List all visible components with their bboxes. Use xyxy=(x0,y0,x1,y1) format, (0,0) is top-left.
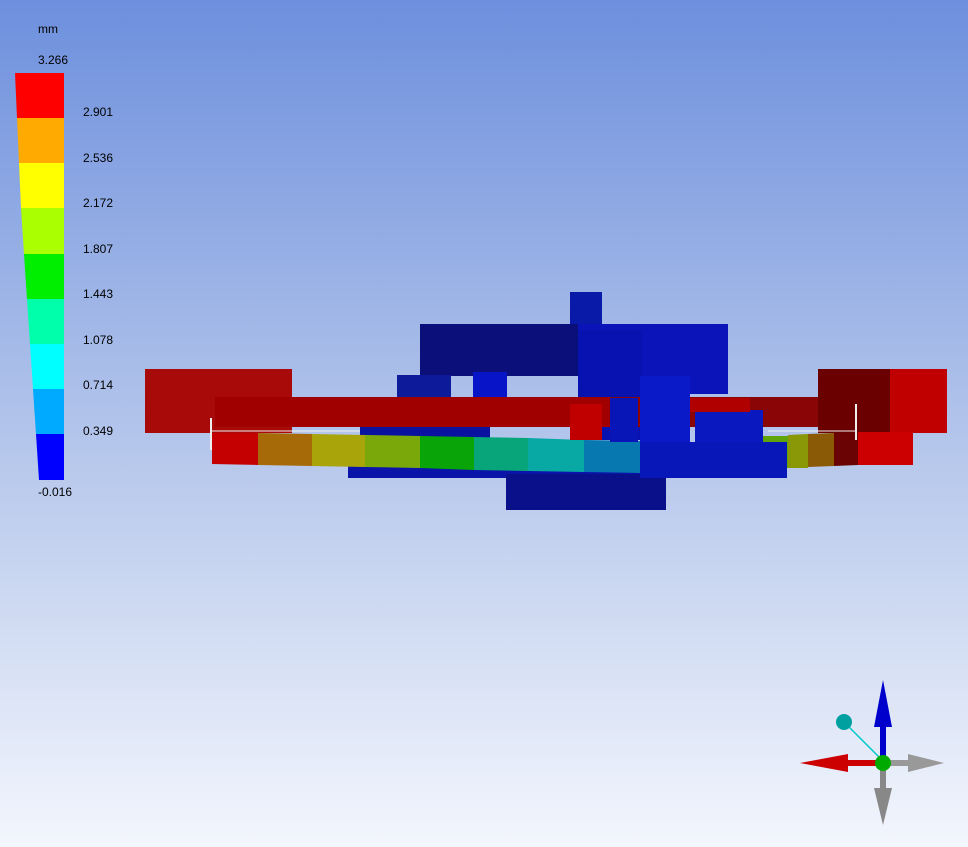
triad-iso-line xyxy=(844,722,881,759)
triad-origin xyxy=(875,755,891,771)
triad-neg-y-arrow xyxy=(874,788,892,825)
triad-x-arrow xyxy=(800,754,848,772)
axis-triad[interactable] xyxy=(0,0,968,847)
triad-z-arrow xyxy=(908,754,944,772)
triad-y-arrow xyxy=(874,680,892,727)
triad-iso-ball xyxy=(836,714,852,730)
graphics-viewport[interactable]: mm 3.266 2.901 2.536 2.172 1.807 1.443 1… xyxy=(0,0,968,847)
